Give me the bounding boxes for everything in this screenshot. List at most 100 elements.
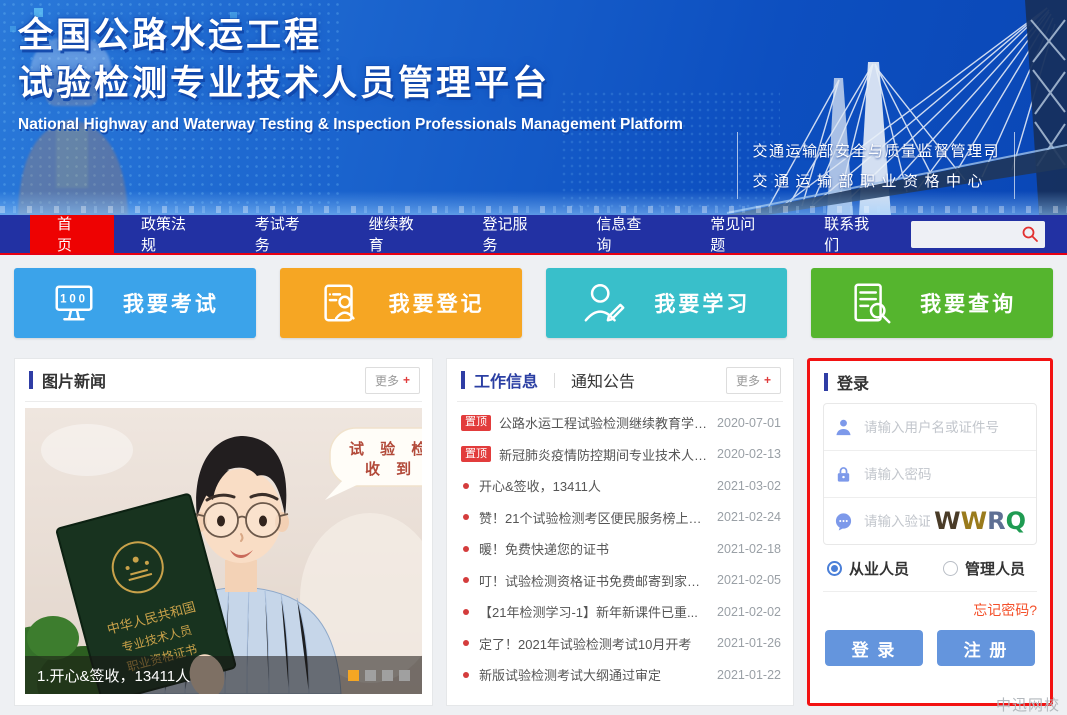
captcha-letter: W	[961, 507, 987, 535]
tab-work-info[interactable]: 工作信息	[474, 368, 538, 392]
login-button[interactable]: 登 录	[825, 630, 923, 666]
user-type-radios: 从业人员 管理人员	[823, 545, 1037, 592]
study-button-label: 我要学习	[654, 288, 750, 318]
news-title: 赞！21个试验检测考区便民服务榜上有名	[479, 508, 709, 527]
username-input[interactable]	[862, 419, 1026, 436]
photo-news-more-button[interactable]: 更多 +	[365, 367, 420, 394]
carousel-dot[interactable]	[348, 670, 359, 681]
news-date: 2021-03-02	[717, 479, 781, 493]
search-icon[interactable]	[1021, 225, 1039, 243]
login-title: 登录	[837, 370, 869, 394]
register-button[interactable]: 我要登记	[280, 268, 522, 338]
tab-notices[interactable]: 通知公告	[571, 368, 635, 392]
watermark-text: 中迅网校	[996, 694, 1060, 715]
news-item[interactable]: 新版试验检测考试大纲通过审定 2021-01-22	[461, 659, 781, 691]
content-row: 图片新闻 更多 +	[0, 338, 1067, 706]
site-title-line1: 全国公路水运工程	[18, 18, 322, 53]
svg-text:100: 100	[60, 294, 88, 306]
nav-item[interactable]: 联系我们	[797, 215, 911, 253]
bullet-icon	[463, 514, 469, 520]
query-button[interactable]: 我要查询	[811, 268, 1053, 338]
carousel-dot[interactable]	[365, 670, 376, 681]
news-date: 2020-07-01	[717, 416, 781, 430]
news-item[interactable]: 开心&签收，13411人 2021-03-02	[461, 470, 781, 502]
photo-news-header: 图片新闻 更多 +	[15, 359, 432, 401]
bubble-line2: 收 到	[365, 460, 417, 478]
site-title-line2: 试验检测专业技术人员管理平台	[18, 66, 550, 101]
captcha-row: WWRQ	[824, 498, 1036, 544]
radio-selected-icon	[827, 561, 842, 576]
carousel-illustration: 中华人民共和国 专业技术人员 职业资格证书 试 验 检 收 到	[25, 408, 422, 694]
username-row	[824, 404, 1036, 451]
news-item[interactable]: 置顶公路水运工程试验检测继续教育学时计算规则2020-07-01	[461, 407, 781, 439]
nav-item[interactable]: 首页	[30, 215, 114, 253]
captcha-input[interactable]	[862, 513, 932, 530]
captcha-bubble-icon	[834, 512, 853, 531]
plus-icon: +	[403, 373, 410, 387]
title-bar-decor	[29, 371, 33, 389]
news-date: 2021-01-22	[717, 668, 781, 682]
pinned-badge: 置顶	[461, 446, 491, 462]
carousel-dot[interactable]	[382, 670, 393, 681]
news-title: 【21年检测学习-1】新年新课件已重...	[479, 602, 709, 621]
news-title: 开心&签收，13411人	[479, 476, 709, 495]
work-info-header: 工作信息 ｜ 通知公告 更多 +	[447, 359, 793, 401]
bullet-icon	[463, 672, 469, 678]
news-item[interactable]: 暖！免费快递您的证书2021-02-18	[461, 533, 781, 565]
carousel-dot[interactable]	[399, 670, 410, 681]
carousel-dots	[348, 670, 410, 681]
photo-carousel[interactable]: 中华人民共和国 专业技术人员 职业资格证书 试 验 检 收 到 1.开心&签收，…	[25, 408, 422, 694]
news-title: 新版试验检测考试大纲通过审定	[479, 665, 709, 684]
news-item[interactable]: 置顶新冠肺炎疫情防控期间专业技术人才工作指南2020-02-13	[461, 439, 781, 471]
news-item[interactable]: 定了！2021年试验检测考试10月开考 2021-01-26	[461, 628, 781, 660]
query-button-label: 我要查询	[920, 288, 1016, 318]
bullet-icon	[463, 483, 469, 489]
register-idcard-icon	[317, 280, 363, 326]
captcha-letter: Q	[1006, 507, 1026, 535]
org-names-block: 交通运输部安全与质量监督管理司 交通运输部职业资格中心	[737, 132, 1015, 199]
news-item[interactable]: 叮！试验检测资格证书免费邮寄到家啦！2021-02-05	[461, 565, 781, 597]
forgot-password-link[interactable]: 忘记密码?	[973, 600, 1037, 620]
search-input[interactable]	[917, 226, 1021, 243]
news-title: 叮！试验检测资格证书免费邮寄到家啦！	[479, 571, 709, 590]
nav-item[interactable]: 信息查询	[569, 215, 683, 253]
news-title: 公路水运工程试验检测继续教育学时计算规则	[499, 413, 709, 432]
login-panel-annotation: 登录	[807, 358, 1053, 706]
radio-manager[interactable]: 管理人员	[943, 558, 1025, 579]
bullet-icon	[463, 609, 469, 615]
carousel-caption-bar: 1.开心&签收，13411人	[25, 656, 422, 694]
login-header: 登录	[810, 361, 1050, 403]
register-account-button[interactable]: 注 册	[937, 630, 1035, 666]
study-person-pencil-icon	[582, 280, 628, 326]
quick-actions-row: 100 我要考试 我要登记 我要学习 我要查询	[0, 255, 1067, 338]
bullet-icon	[463, 640, 469, 646]
news-date: 2021-01-26	[717, 636, 781, 650]
captcha-image[interactable]: WWRQ	[934, 509, 1026, 533]
captcha-letter: R	[987, 507, 1005, 535]
work-info-more-button[interactable]: 更多 +	[726, 367, 781, 394]
lock-icon	[834, 465, 853, 484]
study-button[interactable]: 我要学习	[546, 268, 788, 338]
nav-item[interactable]: 政策法规	[114, 215, 228, 253]
news-item[interactable]: 【21年检测学习-1】新年新课件已重...2021-02-02	[461, 596, 781, 628]
radio-practitioner[interactable]: 从业人员	[827, 558, 909, 579]
news-item[interactable]: 赞！21个试验检测考区便民服务榜上有名2021-02-24	[461, 502, 781, 534]
news-list: 置顶公路水运工程试验检测继续教育学时计算规则 2020-07-01 置顶新冠肺炎疫情…	[447, 402, 793, 691]
exam-button[interactable]: 100 我要考试	[14, 268, 256, 338]
news-title: 定了！2021年试验检测考试10月开考	[479, 634, 709, 653]
nav-menu: 首页政策法规考试考务继续教育登记服务信息查询常见问题联系我们	[30, 215, 911, 253]
password-input[interactable]	[862, 466, 1026, 483]
title-bar-decor	[461, 371, 465, 389]
user-icon	[834, 418, 853, 437]
work-info-panel: 工作信息 ｜ 通知公告 更多 + 置顶公路水运工程试验检测继续教育学时计算规则 2…	[446, 358, 794, 706]
bullet-icon	[463, 546, 469, 552]
nav-item[interactable]: 考试考务	[228, 215, 342, 253]
news-date: 2020-02-13	[717, 447, 781, 461]
nav-item[interactable]: 常见问题	[683, 215, 797, 253]
org-line2: 交通运输部职业资格中心	[752, 170, 1000, 191]
nav-item[interactable]: 登记服务	[456, 215, 570, 253]
photo-news-title: 图片新闻	[42, 368, 106, 392]
bullet-icon	[463, 577, 469, 583]
site-header: 全国公路水运工程 试验检测专业技术人员管理平台 National Highway…	[0, 0, 1067, 215]
nav-item[interactable]: 继续教育	[342, 215, 456, 253]
